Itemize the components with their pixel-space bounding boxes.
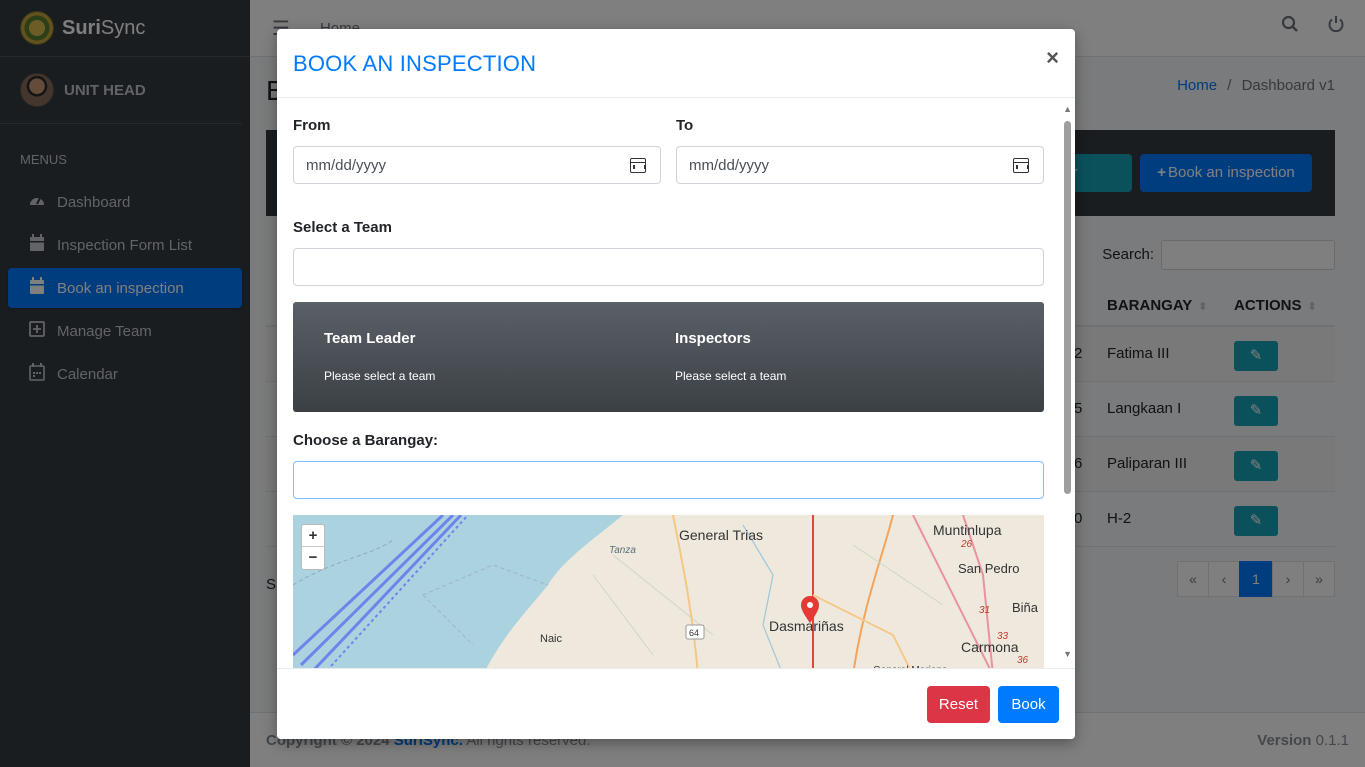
to-date-input[interactable]: mm/dd/yyyy bbox=[676, 146, 1044, 184]
map-road-number: 33 bbox=[997, 631, 1009, 642]
map-tiles: General Trias Muntinlupa San Pedro Dasma… bbox=[293, 515, 1044, 668]
book-inspection-modal: BOOK AN INSPECTION × From mm/dd/yyyy To … bbox=[277, 29, 1075, 739]
calendar-picker-icon[interactable] bbox=[630, 158, 646, 173]
from-date-input[interactable]: mm/dd/yyyy bbox=[293, 146, 661, 184]
team-info-panel: Team Leader Please select a team Inspect… bbox=[293, 302, 1044, 412]
barangay-label: Choose a Barangay: bbox=[293, 432, 439, 449]
from-date-placeholder: mm/dd/yyyy bbox=[306, 157, 387, 174]
inspectors-heading: Inspectors bbox=[675, 330, 751, 347]
select-team-label: Select a Team bbox=[293, 219, 392, 236]
to-label: To bbox=[676, 117, 694, 134]
barangay-select[interactable] bbox=[293, 461, 1044, 499]
map-label: Dasmariñas bbox=[769, 618, 844, 634]
scrollbar-thumb[interactable] bbox=[1064, 121, 1071, 494]
zoom-out-button[interactable]: − bbox=[302, 547, 324, 569]
zoom-in-button[interactable]: + bbox=[302, 525, 324, 547]
close-icon[interactable]: × bbox=[1046, 45, 1059, 71]
team-select[interactable] bbox=[293, 248, 1044, 286]
calendar-picker-icon[interactable] bbox=[1013, 158, 1029, 173]
map-label: General Trias bbox=[679, 527, 763, 543]
modal-footer: Reset Book bbox=[277, 668, 1075, 739]
to-date-placeholder: mm/dd/yyyy bbox=[689, 157, 770, 174]
map-label: San Pedro bbox=[958, 561, 1019, 576]
modal-title: BOOK AN INSPECTION bbox=[293, 51, 537, 76]
map-road-number: 64 bbox=[689, 628, 699, 638]
team-leader-heading: Team Leader bbox=[324, 330, 416, 347]
modal-header: BOOK AN INSPECTION × bbox=[277, 29, 1075, 98]
map-zoom-control: + − bbox=[301, 524, 325, 570]
map-road-number: 31 bbox=[979, 605, 990, 616]
reset-button[interactable]: Reset bbox=[927, 686, 990, 723]
map-label: Biña bbox=[1012, 600, 1039, 615]
map-label: Naic bbox=[540, 633, 563, 645]
from-label: From bbox=[293, 117, 331, 134]
scroll-up-icon[interactable]: ▲ bbox=[1063, 104, 1072, 114]
map-label: Tanza bbox=[609, 545, 636, 556]
map-road-number: 36 bbox=[1017, 655, 1029, 666]
inspectors-value: Please select a team bbox=[675, 369, 787, 383]
team-leader-value: Please select a team bbox=[324, 369, 436, 383]
book-button[interactable]: Book bbox=[998, 686, 1059, 723]
map-road-number: 26 bbox=[960, 539, 973, 550]
scroll-down-icon[interactable]: ▼ bbox=[1063, 649, 1072, 659]
barangay-map[interactable]: General Trias Muntinlupa San Pedro Dasma… bbox=[293, 515, 1044, 668]
modal-body: From mm/dd/yyyy To mm/dd/yyyy Select a T… bbox=[277, 98, 1075, 668]
map-label: Carmona bbox=[961, 639, 1019, 655]
map-label: Muntinlupa bbox=[933, 522, 1002, 538]
